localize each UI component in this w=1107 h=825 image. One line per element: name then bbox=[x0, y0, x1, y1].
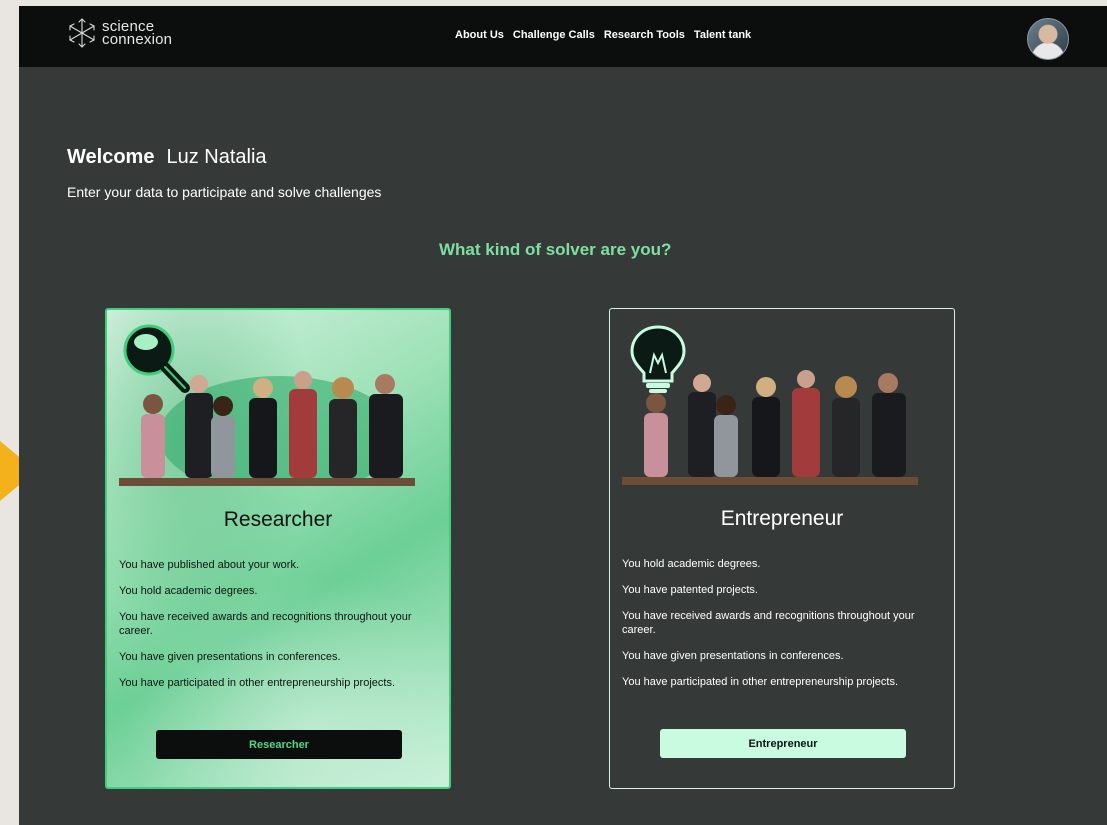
researcher-card-title: Researcher bbox=[223, 508, 333, 531]
logo-wordmark: science connexion bbox=[102, 19, 173, 48]
list-item: You have given presentations in conferen… bbox=[622, 650, 844, 662]
welcome-label: Welcome bbox=[67, 146, 155, 168]
entrepreneur-feature-list: You hold academic degrees. You have pate… bbox=[622, 557, 942, 701]
list-item: You have participated in other entrepren… bbox=[622, 676, 898, 688]
nav-talent-tank[interactable]: Talent tank bbox=[694, 29, 751, 41]
app-window: science connexion About Us Challenge Cal… bbox=[19, 6, 1107, 825]
list-item: You have participated in other entrepren… bbox=[119, 677, 395, 689]
entrepreneur-card[interactable]: Entrepreneur You hold academic degrees. … bbox=[609, 308, 955, 789]
snowflake-logo-icon bbox=[69, 18, 95, 48]
welcome-heading: Welcome Luz Natalia bbox=[67, 146, 267, 169]
entrepreneur-button[interactable]: Entrepreneur bbox=[660, 729, 906, 758]
lightbulb-icon bbox=[630, 325, 686, 393]
researcher-button[interactable]: Researcher bbox=[156, 730, 402, 759]
user-avatar[interactable] bbox=[1027, 18, 1069, 60]
logo-line-2: connexion bbox=[102, 31, 173, 48]
page-subtitle: Enter your data to participate and solve… bbox=[67, 184, 382, 200]
list-item: You hold academic degrees. bbox=[119, 585, 258, 597]
magnifying-glass-icon bbox=[123, 324, 190, 393]
entrepreneur-card-title: Entrepreneur bbox=[720, 507, 844, 530]
list-item: You have published about your work. bbox=[119, 559, 299, 571]
main-nav: About Us Challenge Calls Research Tools … bbox=[455, 29, 751, 41]
researcher-card[interactable]: Researcher You have published about your… bbox=[105, 308, 451, 789]
logo[interactable]: science connexion bbox=[65, 16, 172, 50]
researcher-feature-list: You have published about your work. You … bbox=[119, 558, 439, 702]
nav-challenge-calls[interactable]: Challenge Calls bbox=[513, 29, 595, 41]
list-item: You have given presentations in conferen… bbox=[119, 651, 341, 663]
list-item: You have received awards and recognition… bbox=[119, 611, 412, 637]
welcome-user-name: Luz Natalia bbox=[166, 146, 267, 168]
top-navigation-bar: science connexion About Us Challenge Cal… bbox=[19, 6, 1107, 67]
nav-research-tools[interactable]: Research Tools bbox=[604, 29, 685, 41]
list-item: You have patented projects. bbox=[622, 584, 758, 596]
solver-question: What kind of solver are you? bbox=[439, 240, 672, 259]
list-item: You hold academic degrees. bbox=[622, 558, 761, 570]
nav-about-us[interactable]: About Us bbox=[455, 29, 504, 41]
list-item: You have received awards and recognition… bbox=[622, 610, 915, 636]
